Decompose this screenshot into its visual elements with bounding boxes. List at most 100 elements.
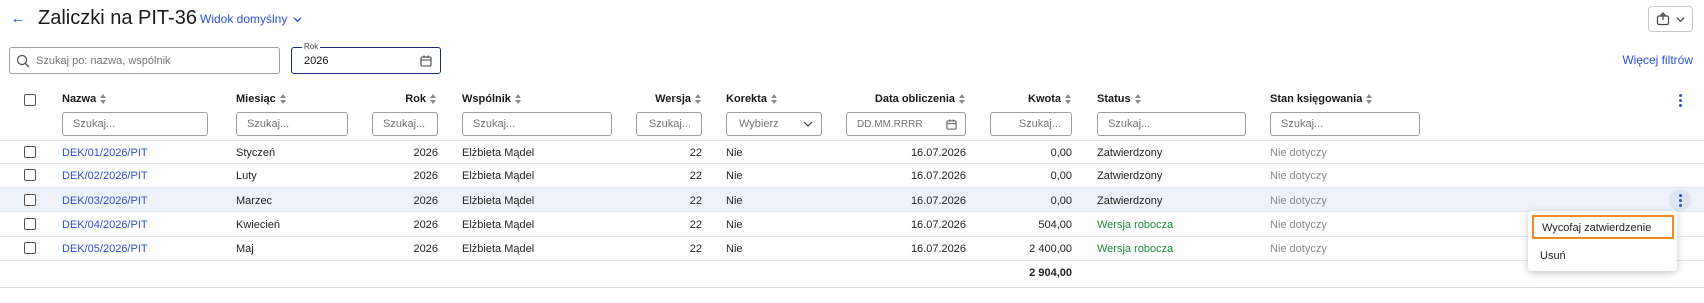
cell-stan: Nie dotyczy: [1270, 195, 1327, 207]
column-label: Nazwa: [62, 93, 97, 105]
row-checkbox[interactable]: [24, 242, 36, 254]
export-button[interactable]: [1648, 6, 1693, 32]
column-label: Rok: [405, 93, 426, 105]
search-input[interactable]: [36, 54, 266, 67]
filter-korekta-select[interactable]: Wybierz: [726, 112, 822, 136]
cell-rok: 2026: [413, 170, 438, 182]
cell-nazwa-link[interactable]: DEK/03/2026/PIT: [62, 194, 148, 208]
sort-icon: [514, 94, 522, 104]
sort-icon: [770, 94, 778, 104]
column-header-nazwa[interactable]: Nazwa: [62, 93, 107, 105]
column-header-kwota[interactable]: Kwota: [990, 93, 1072, 105]
sort-icon: [100, 94, 107, 104]
total-kwota: 2 904,00: [1029, 267, 1072, 279]
cell-stan: Nie dotyczy: [1270, 147, 1327, 159]
cell-wersja: 22: [689, 219, 702, 231]
year-field-value: 2026: [304, 55, 329, 67]
cell-data: 16.07.2026: [910, 219, 966, 231]
column-label: Wersja: [655, 93, 691, 105]
column-header-data[interactable]: Data obliczenia: [830, 93, 966, 105]
cell-nazwa-link[interactable]: DEK/05/2026/PIT: [62, 242, 148, 256]
table-row: DEK/05/2026/PIT Maj 2026 Elżbieta Mądel …: [0, 237, 1704, 261]
filter-korekta-placeholder: Wybierz: [739, 118, 779, 130]
row-checkbox[interactable]: [24, 218, 36, 230]
cell-data: 16.07.2026: [910, 195, 966, 207]
cell-wspolnik: Elżbieta Mądel: [462, 243, 535, 255]
cell-status: Zatwierdzony: [1097, 147, 1163, 159]
view-selector-label: Widok domyślny: [200, 12, 288, 26]
cell-korekta: Nie: [726, 170, 743, 182]
select-all-checkbox[interactable]: [24, 94, 36, 106]
cell-miesiac: Styczeń: [236, 147, 276, 159]
search-field[interactable]: [9, 47, 280, 74]
column-header-rok[interactable]: Rok: [370, 93, 437, 105]
cell-wspolnik: Elżbieta Mądel: [462, 147, 535, 159]
filter-data-placeholder: DD.MM.RRRR: [857, 118, 923, 130]
cell-status: Zatwierdzony: [1097, 170, 1163, 182]
column-label: Miesiąc: [236, 93, 276, 105]
cell-rok: 2026: [413, 243, 438, 255]
cell-wspolnik: Elżbieta Mądel: [462, 219, 535, 231]
sort-icon: [1065, 94, 1072, 104]
cell-kwota: 0,00: [1050, 195, 1072, 207]
sort-icon: [1134, 94, 1142, 104]
row-checkbox[interactable]: [24, 194, 36, 206]
cell-nazwa-link[interactable]: DEK/01/2026/PIT: [62, 146, 148, 160]
chevron-down-icon: [293, 16, 302, 22]
column-label: Status: [1097, 93, 1131, 105]
cell-wspolnik: Elżbieta Mądel: [462, 170, 535, 182]
cell-rok: 2026: [413, 147, 438, 159]
row-checkbox[interactable]: [24, 169, 36, 181]
filter-status-input[interactable]: [1097, 112, 1246, 136]
filter-wersja-input[interactable]: [636, 112, 702, 136]
cell-rok: 2026: [413, 219, 438, 231]
menu-item-delete[interactable]: Usuń: [1540, 249, 1566, 263]
page-title: Zaliczki na PIT-36: [38, 7, 197, 29]
calendar-icon[interactable]: [946, 118, 957, 130]
cell-status: Zatwierdzony: [1097, 195, 1163, 207]
column-header-wspolnik[interactable]: Wspólnik: [462, 93, 522, 105]
column-header-stan[interactable]: Stan księgowania: [1270, 93, 1373, 105]
column-header-wersja[interactable]: Wersja: [620, 93, 702, 105]
cell-wersja: 22: [689, 147, 702, 159]
filter-miesiac-input[interactable]: [236, 112, 348, 136]
filter-data-input[interactable]: DD.MM.RRRR: [846, 112, 966, 136]
cell-korekta: Nie: [726, 195, 743, 207]
cell-rok: 2026: [413, 195, 438, 207]
table-total-row: 2 904,00: [0, 262, 1704, 288]
more-filters-link[interactable]: Więcej filtrów: [1622, 53, 1693, 67]
table-row-selected: DEK/03/2026/PIT Marzec 2026 Elżbieta Mąd…: [0, 188, 1704, 212]
year-field-label: Rok: [302, 42, 321, 52]
cell-wersja: 22: [689, 195, 702, 207]
filter-wspolnik-input[interactable]: [462, 112, 612, 136]
view-selector[interactable]: Widok domyślny: [200, 11, 302, 27]
export-icon: [1656, 12, 1670, 26]
cell-korekta: Nie: [726, 219, 743, 231]
cell-status: Wersja robocza: [1097, 219, 1174, 231]
column-header-status[interactable]: Status: [1097, 93, 1142, 105]
column-label: Stan księgowania: [1270, 93, 1363, 105]
cell-nazwa-link[interactable]: DEK/02/2026/PIT: [62, 169, 148, 183]
row-actions-kebab-icon[interactable]: [1669, 189, 1691, 211]
column-label: Data obliczenia: [874, 93, 955, 105]
cell-kwota: 504,00: [1038, 219, 1072, 231]
cell-stan: Nie dotyczy: [1270, 170, 1327, 182]
cell-nazwa-link[interactable]: DEK/04/2026/PIT: [62, 218, 148, 232]
column-settings-kebab-icon[interactable]: [1669, 89, 1691, 111]
row-checkbox[interactable]: [24, 146, 36, 158]
column-label: Korekta: [726, 93, 767, 105]
filter-nazwa-input[interactable]: [62, 112, 208, 136]
back-arrow-icon[interactable]: ←: [8, 9, 28, 29]
cell-miesiac: Maj: [236, 243, 254, 255]
year-field[interactable]: Rok 2026: [291, 42, 441, 74]
filter-kwota-input[interactable]: [990, 112, 1072, 136]
menu-item-withdraw-approval[interactable]: Wycofaj zatwierdzenie: [1532, 215, 1674, 239]
cell-stan: Nie dotyczy: [1270, 219, 1327, 231]
filter-rok-input[interactable]: [372, 112, 438, 136]
cell-miesiac: Kwiecień: [236, 219, 281, 231]
calendar-icon[interactable]: [420, 55, 432, 67]
cell-korekta: Nie: [726, 243, 743, 255]
column-header-miesiac[interactable]: Miesiąc: [236, 93, 287, 105]
column-header-korekta[interactable]: Korekta: [726, 93, 778, 105]
filter-stan-input[interactable]: [1270, 112, 1420, 136]
